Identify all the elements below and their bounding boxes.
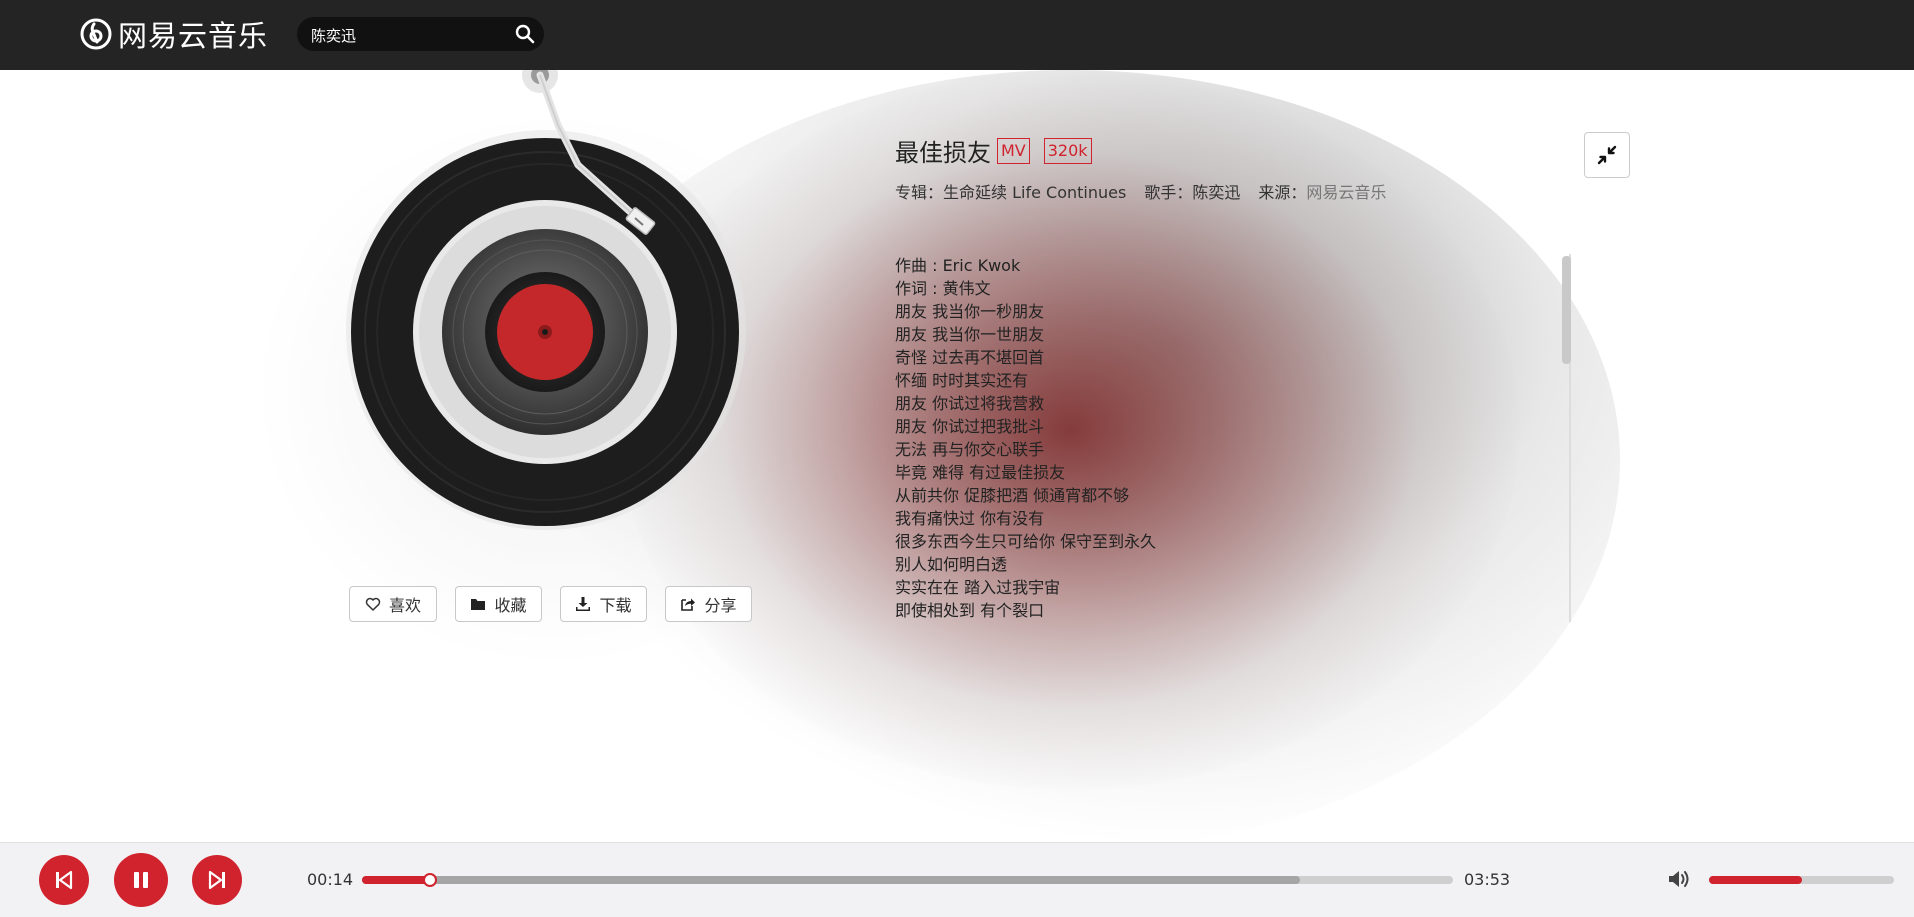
volume-icon[interactable] — [1667, 868, 1691, 890]
like-button[interactable]: 喜欢 — [349, 586, 437, 622]
total-time: 03:53 — [1464, 870, 1511, 889]
shrink-player-button[interactable] — [1584, 132, 1630, 178]
album-info: 专辑：生命延续 Life Continues — [895, 183, 1127, 202]
progress-buffered — [362, 876, 1301, 884]
lyric-line: 很多东西今生只可给你 保守至到永久 — [895, 532, 1157, 551]
netease-logo-icon — [80, 18, 112, 50]
app-logo[interactable]: 网易云音乐 — [80, 14, 268, 54]
heart-icon — [365, 597, 381, 611]
top-bar: 网易云音乐 — [0, 0, 1914, 70]
previous-button[interactable] — [39, 855, 89, 905]
lyric-line: 奇怪 过去再不堪回首 — [895, 348, 1045, 367]
artist-link[interactable]: 陈奕迅 — [1192, 183, 1240, 202]
lyric-line: 朋友 你试过将我营救 — [895, 394, 1045, 413]
current-time: 00:14 — [307, 870, 354, 889]
skip-previous-icon — [56, 870, 73, 890]
share-icon — [681, 598, 696, 611]
mv-tag[interactable]: MV — [997, 137, 1030, 164]
like-label: 喜欢 — [388, 596, 421, 615]
download-label: 下载 — [599, 596, 632, 615]
vinyl-turntable — [346, 70, 746, 530]
app-name: 网易云音乐 — [118, 19, 269, 53]
song-title-row: 最佳损友 MV 320k — [895, 133, 1092, 168]
progress-played — [362, 876, 430, 884]
lyrics-panel[interactable]: 作曲 : Eric Kwok 作词 : 黄伟文朋友 我当你一秒朋友 朋友 我当你一世… — [895, 254, 1555, 622]
lyric-line: 朋友 我当你一秒朋友 — [895, 302, 1045, 321]
lyric-line: 作词 : 黄伟文 — [895, 279, 991, 298]
search-input[interactable] — [309, 22, 508, 48]
lyric-line: 朋友 你试过把我批斗 — [895, 417, 1045, 436]
search-icon[interactable] — [514, 23, 536, 45]
lyric-line: 即使相处到 有个裂口 — [895, 601, 1045, 620]
share-button[interactable]: 分享 — [665, 586, 752, 622]
source-link[interactable]: 网易云音乐 — [1306, 183, 1386, 202]
download-icon — [576, 597, 591, 611]
lyric-line: 实实在在 踏入过我宇宙 — [895, 578, 1061, 597]
lyric-line: 怀缅 时时其实还有 — [895, 371, 1029, 390]
song-title: 最佳损友 — [895, 139, 991, 167]
collect-label: 收藏 — [494, 596, 527, 615]
next-button[interactable] — [192, 855, 242, 905]
share-label: 分享 — [704, 596, 737, 615]
lyric-line: 无法 再与你交心联手 — [895, 440, 1045, 459]
search-bar — [297, 17, 544, 51]
source-info: 来源：网易云音乐 — [1258, 183, 1387, 202]
folder-icon — [471, 599, 486, 610]
collect-button[interactable]: 收藏 — [455, 586, 542, 622]
lyric-line: 别人如何明白透 — [895, 555, 1008, 574]
compress-icon — [1597, 145, 1617, 165]
lyric-line: 作曲 : Eric Kwok — [895, 256, 1021, 275]
lyrics-scrollbar[interactable] — [1562, 256, 1571, 364]
player-bar: 00:14 03:53 — [0, 842, 1914, 917]
skip-next-icon — [208, 870, 225, 890]
pause-button[interactable] — [114, 853, 168, 907]
artist-info: 歌手：陈奕迅 — [1144, 183, 1241, 202]
volume-level — [1709, 876, 1802, 884]
pause-icon — [134, 872, 148, 888]
download-button[interactable]: 下载 — [560, 586, 647, 622]
song-meta: 专辑：生命延续 Life Continues 歌手：陈奕迅 来源：网易云音乐 — [895, 179, 1386, 203]
lyric-line: 我有痛快过 你有没有 — [895, 509, 1045, 528]
volume-slider[interactable] — [1709, 876, 1894, 884]
quality-tag: 320k — [1043, 137, 1092, 164]
progress-bar[interactable] — [362, 873, 1453, 887]
lyric-line: 从前共你 促膝把酒 倾通宵都不够 — [895, 486, 1130, 505]
album-link[interactable]: 生命延续 Life Continues — [943, 183, 1126, 202]
lyric-line: 毕竟 难得 有过最佳损友 — [895, 463, 1066, 482]
progress-handle[interactable] — [422, 873, 437, 887]
lyric-line: 朋友 我当你一世朋友 — [895, 325, 1045, 344]
